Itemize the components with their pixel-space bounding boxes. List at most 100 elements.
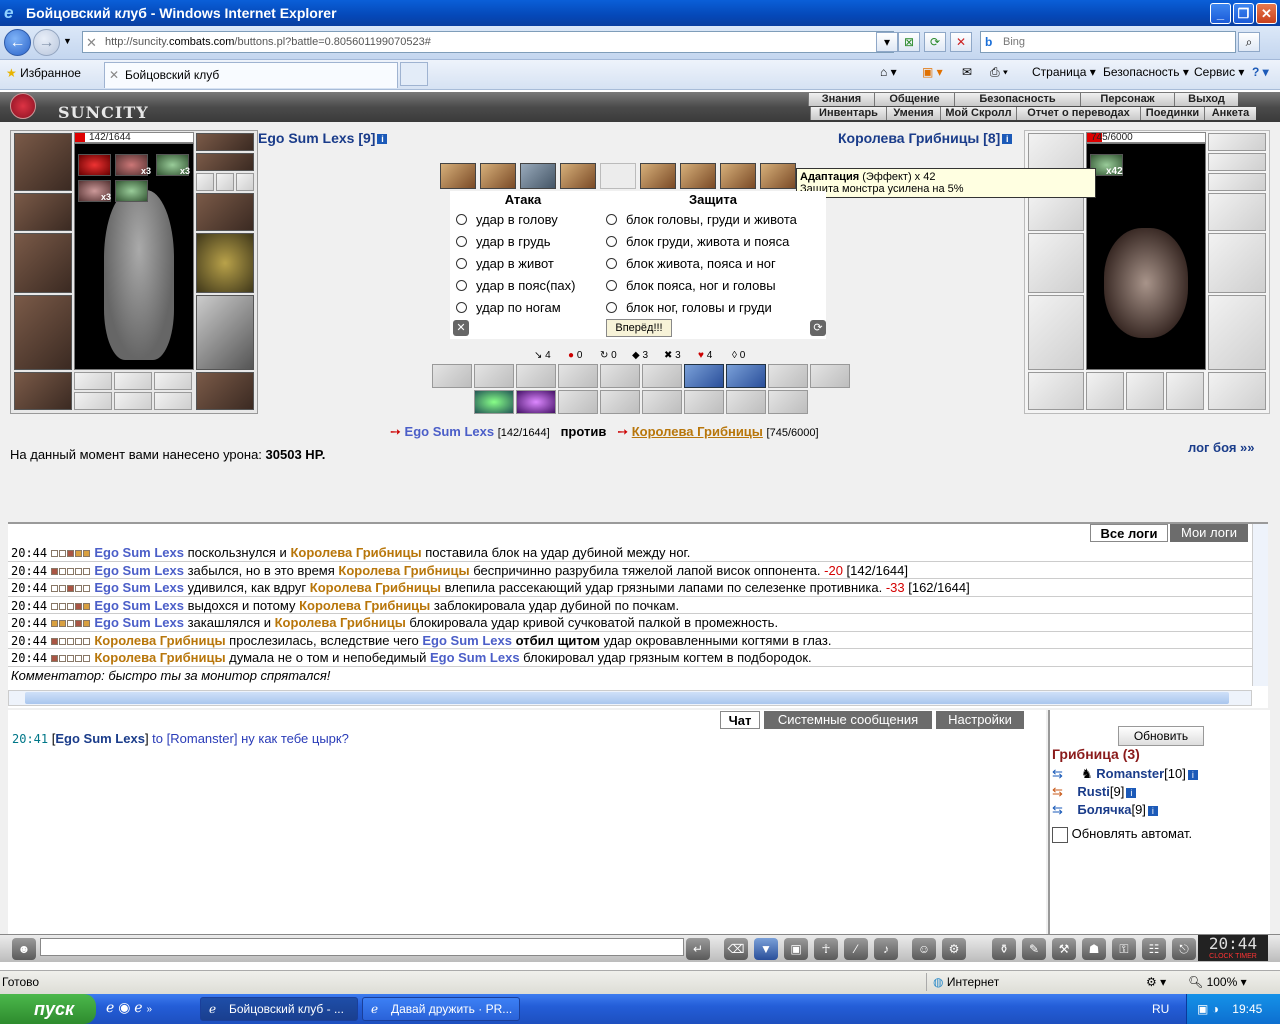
scroll-slot[interactable]	[74, 372, 112, 390]
technique-icon[interactable]	[440, 163, 476, 189]
defense-option-3[interactable]: блок живота, пояса и ног	[606, 253, 776, 275]
log-target[interactable]: Королева Грибницы	[338, 563, 469, 578]
helmet-slot[interactable]	[14, 133, 72, 191]
log-target[interactable]: Ego Sum Lexs	[422, 633, 512, 648]
skill-icon-active[interactable]	[726, 364, 766, 388]
refresh-icon[interactable]: ⟳	[924, 32, 946, 52]
attack-radio[interactable]	[456, 302, 467, 314]
menu-skills[interactable]: Умения	[886, 107, 940, 120]
send-icon[interactable]: ↵	[686, 938, 710, 960]
address-input[interactable]: http://suncity.combats.com/buttons.pl?ba…	[82, 31, 894, 53]
maximize-button[interactable]: ❐	[1233, 3, 1254, 24]
player-name[interactable]: Ego Sum Lexs [9] i	[258, 130, 388, 146]
scroll-slot[interactable]	[154, 372, 192, 390]
defense-radio[interactable]	[606, 214, 617, 226]
info-icon[interactable]: i	[377, 134, 388, 145]
volume-icon[interactable]: ◑	[1212, 1002, 1219, 1016]
log-actor[interactable]: Ego Sum Lexs	[94, 580, 184, 595]
skill-icon[interactable]	[474, 390, 514, 414]
language-indicator[interactable]: RU	[1152, 1002, 1169, 1016]
skill-icon[interactable]	[432, 364, 472, 388]
chrome-quicklaunch-icon[interactable]: ◉	[118, 999, 130, 1015]
menu-security[interactable]: Безопасность	[954, 93, 1080, 106]
attack-option-head[interactable]: удар в голову	[456, 209, 558, 231]
skill-icon[interactable]	[642, 390, 682, 414]
belt-slot[interactable]	[14, 372, 72, 410]
battle-log-link[interactable]: лог боя »»	[1188, 440, 1255, 455]
menu-profile[interactable]: Анкета	[1204, 107, 1256, 120]
attack-option-groin[interactable]: удар в пояс(пах)	[456, 275, 575, 297]
close-window-button[interactable]: ✕	[1256, 3, 1277, 24]
versus-opponent[interactable]: Королева Грибницы	[632, 424, 763, 439]
defense-option-5[interactable]: блок ног, головы и груди	[606, 297, 772, 319]
ratio-icon[interactable]: ⁄	[844, 938, 868, 960]
more-quicklaunch-icon[interactable]: »	[146, 1004, 152, 1015]
info-icon[interactable]: i	[1187, 769, 1198, 780]
clear-icon[interactable]: ⌫	[724, 938, 748, 960]
log-actor[interactable]: Ego Sum Lexs	[94, 545, 184, 560]
tab-settings[interactable]: Настройки	[936, 711, 1024, 729]
skill-icon[interactable]	[516, 364, 556, 388]
menu-knowledge[interactable]: Знания	[808, 93, 874, 106]
log-actor[interactable]: Ego Sum Lexs	[94, 563, 184, 578]
skill-icon[interactable]	[768, 364, 808, 388]
skill-icon[interactable]	[684, 390, 724, 414]
attack-radio[interactable]	[456, 280, 467, 292]
earring-slot[interactable]	[196, 133, 254, 151]
skill-icon-active[interactable]	[684, 364, 724, 388]
scrollbar-thumb[interactable]	[25, 692, 1229, 704]
scroll-slot[interactable]	[114, 372, 152, 390]
attack-option-belly[interactable]: удар в живот	[456, 253, 554, 275]
skill-icon[interactable]	[516, 390, 556, 414]
log-target[interactable]: Королева Грибницы	[310, 580, 441, 595]
refresh-battle-icon[interactable]: ⟳	[810, 320, 826, 336]
mail-icon[interactable]: ✉	[962, 65, 972, 79]
opponent-name[interactable]: Королева Грибницы [8] i	[838, 130, 1013, 146]
tab-all-logs[interactable]: Все логи	[1090, 524, 1168, 542]
technique-icon[interactable]	[640, 163, 676, 189]
rune-slot[interactable]	[74, 392, 112, 410]
favorites-button[interactable]: ★ Избранное	[6, 66, 81, 80]
skill-icon[interactable]	[474, 364, 514, 388]
defense-radio[interactable]	[606, 302, 617, 314]
help-icon[interactable]: ? ▾	[1252, 65, 1269, 79]
log-actor[interactable]: Ego Sum Lexs	[94, 598, 184, 613]
defense-option-4[interactable]: блок пояса, ног и головы	[606, 275, 776, 297]
address-dropdown-icon[interactable]: ▾	[876, 32, 898, 52]
bracer-slot[interactable]	[14, 193, 72, 231]
skill-icon[interactable]	[726, 390, 766, 414]
save-icon[interactable]: ▣	[784, 938, 808, 960]
network-icon[interactable]: ▣	[1197, 1002, 1208, 1016]
scroll-icon[interactable]: ✎	[1022, 938, 1046, 960]
fighter-icon[interactable]: ☥	[814, 938, 838, 960]
buff-icon[interactable]	[78, 154, 111, 176]
user-name[interactable]: Rusti	[1077, 784, 1110, 799]
skip-turn-icon[interactable]: ✕	[453, 320, 469, 336]
menu-communication[interactable]: Общение	[874, 93, 954, 106]
versus-player[interactable]: Ego Sum Lexs	[405, 424, 495, 439]
log-target[interactable]: Королева Грибницы	[275, 615, 406, 630]
translit-icon[interactable]: ⚙	[942, 938, 966, 960]
attack-radio[interactable]	[456, 214, 467, 226]
attack-option-legs[interactable]: удар по ногам	[456, 297, 561, 319]
sound-icon[interactable]: ♪	[874, 938, 898, 960]
chat-input[interactable]	[40, 938, 684, 956]
search-input[interactable]: Bing	[980, 31, 1236, 53]
potion-icon[interactable]: ⚱	[992, 938, 1016, 960]
feeds-icon[interactable]: ▣ ▾	[922, 65, 943, 79]
log-actor[interactable]: Ego Sum Lexs	[94, 615, 184, 630]
bag-icon[interactable]: ☗	[1082, 938, 1106, 960]
minimize-button[interactable]: _	[1210, 3, 1231, 24]
page-menu[interactable]: Страница ▾	[1032, 65, 1096, 79]
ring-slot[interactable]	[236, 173, 254, 191]
start-button[interactable]: пуск	[0, 994, 96, 1024]
defense-radio[interactable]	[606, 258, 617, 270]
chat-sender[interactable]: Ego Sum Lexs	[55, 731, 145, 746]
armor-slot[interactable]	[14, 295, 72, 370]
gear-icon[interactable]: ⚒	[1052, 938, 1076, 960]
smiley-icon[interactable]: ☺	[912, 938, 936, 960]
taskbar-item-pr[interactable]: ℯ Давай дружить · PR...	[362, 997, 520, 1021]
ie2-quicklaunch-icon[interactable]: ℯ	[134, 999, 142, 1015]
forward-button[interactable]: →	[33, 29, 60, 56]
user-row[interactable]: ⇆ ♞ Romanster[10] i	[1052, 766, 1266, 784]
